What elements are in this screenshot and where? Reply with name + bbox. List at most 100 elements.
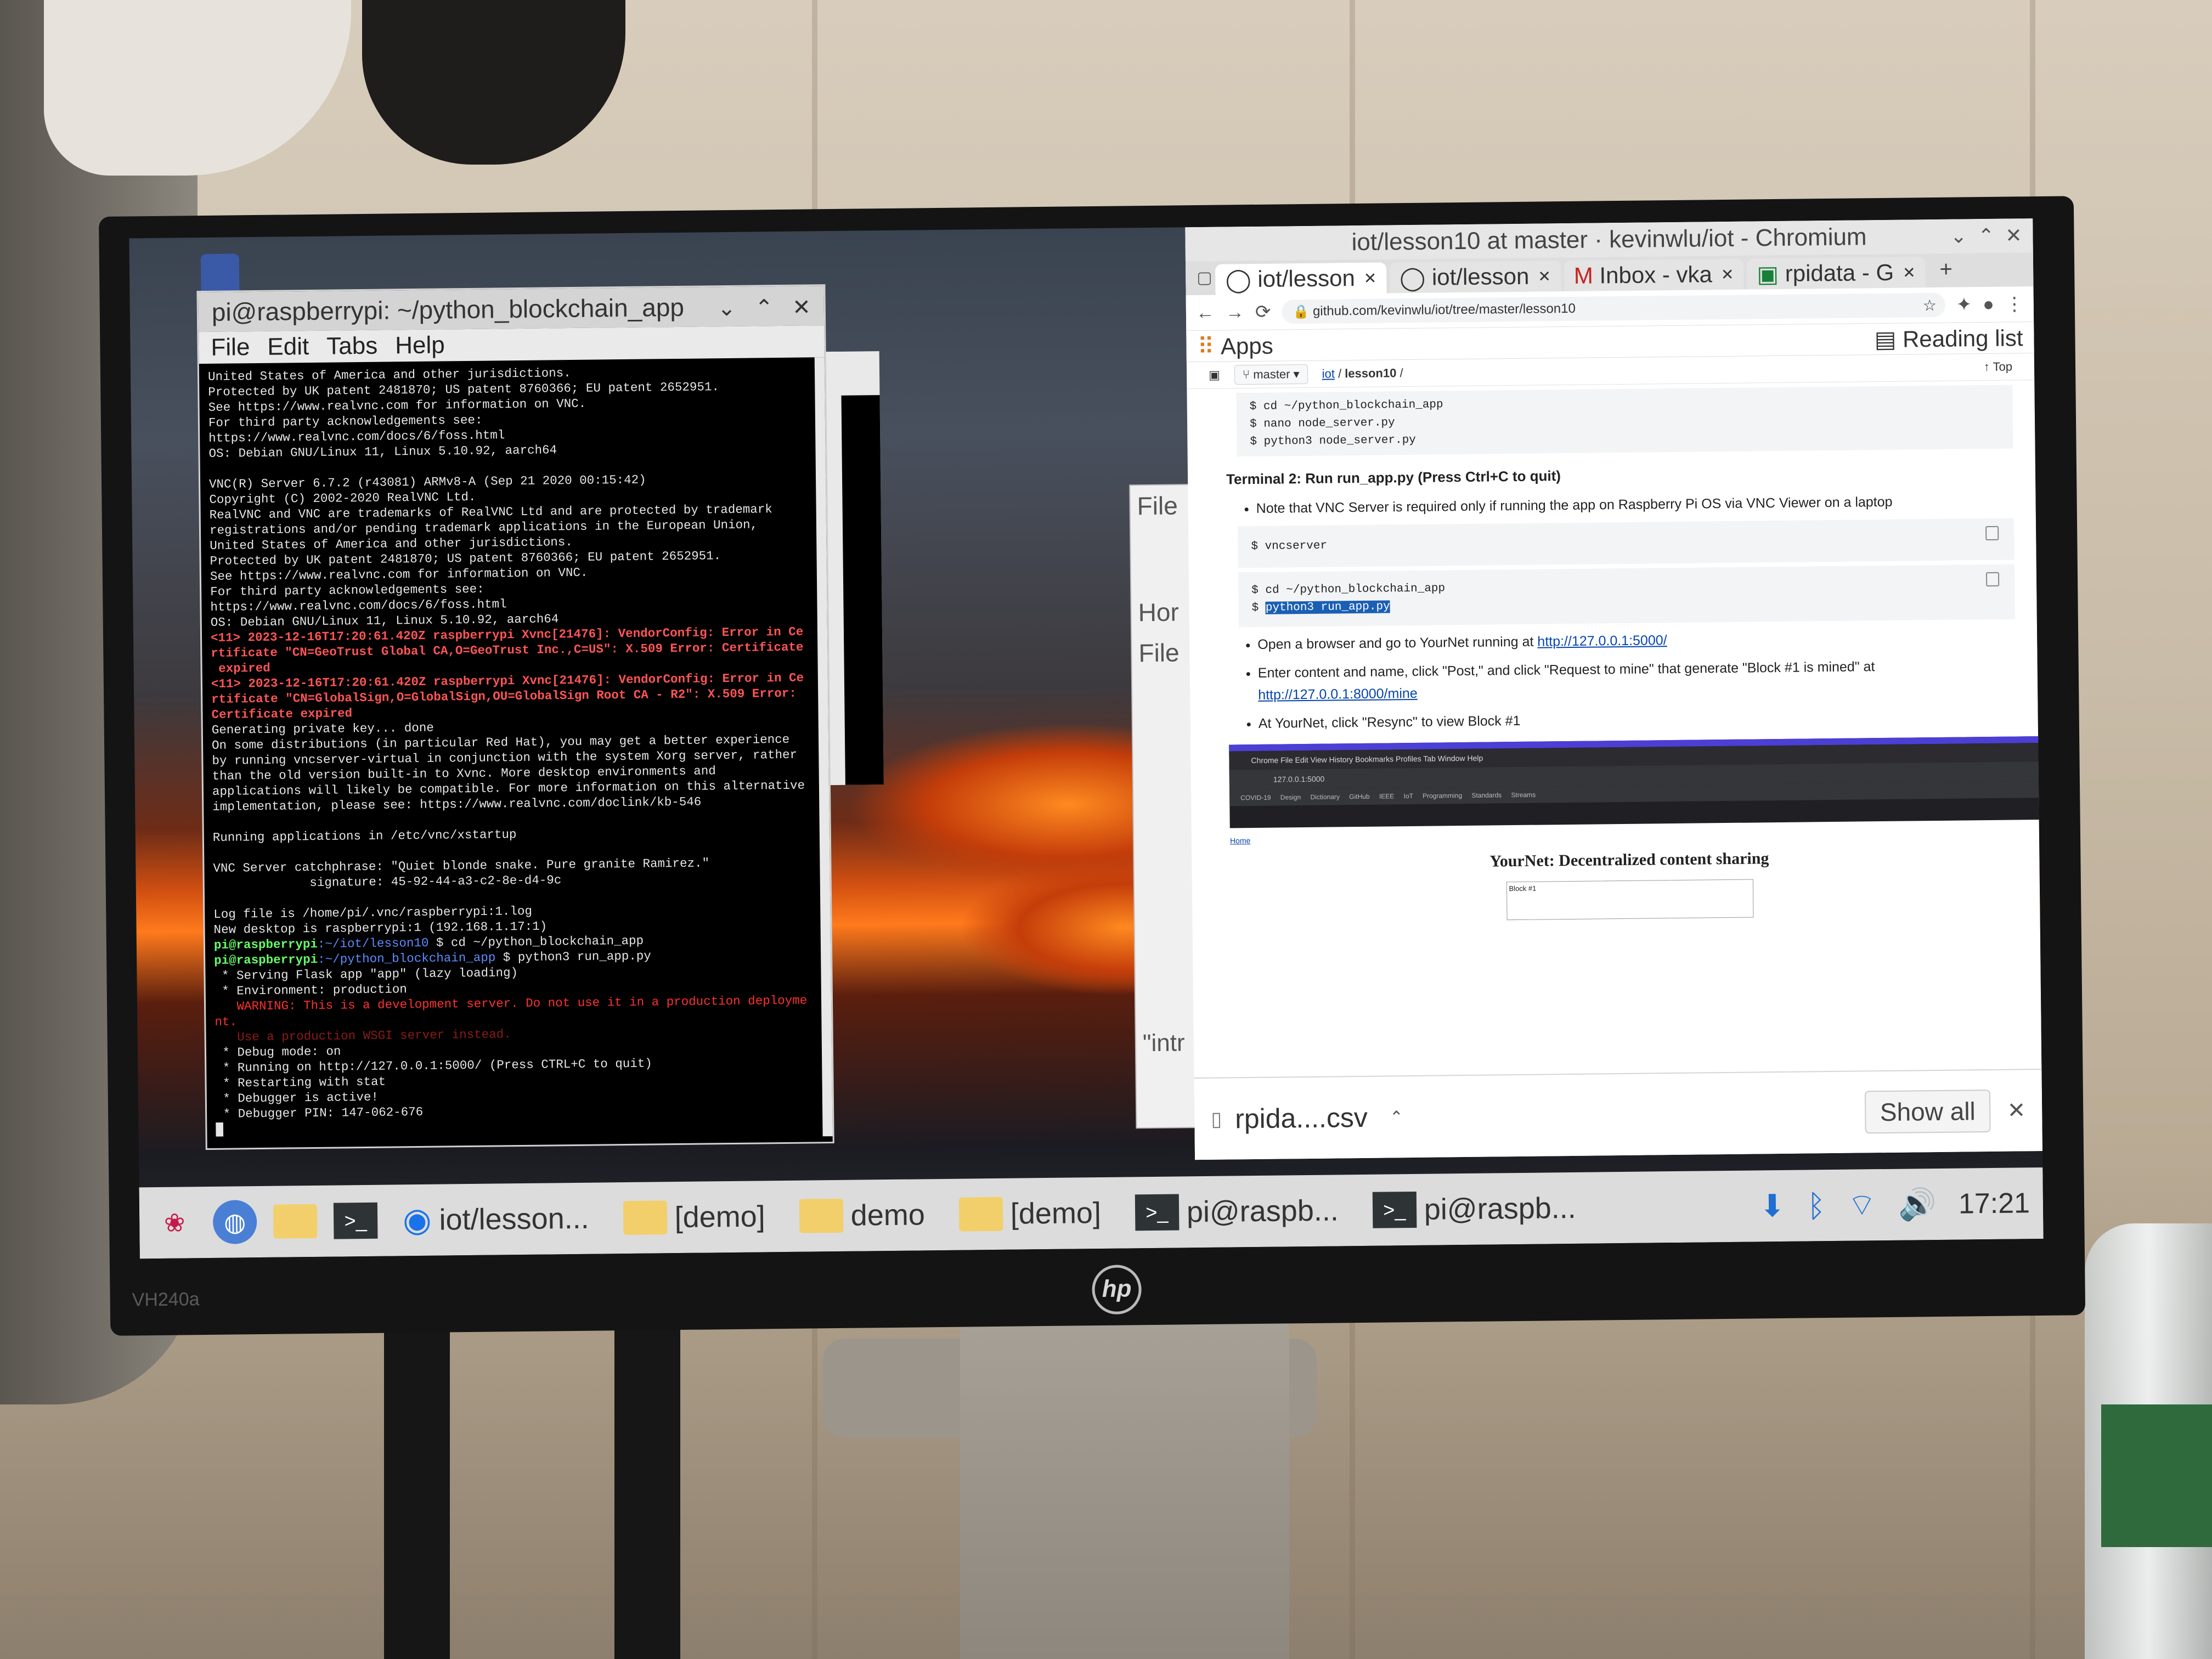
yournet-link[interactable]: http://127.0.0.1:5000/ — [1537, 633, 1667, 649]
terminal-titlebar[interactable]: pi@raspberrypi: ~/python_blockchain_app … — [198, 286, 825, 332]
selected-code[interactable]: python3 run_app.py — [1265, 600, 1390, 614]
mini-home-link[interactable]: Home — [1230, 836, 1251, 845]
folder-icon — [623, 1200, 667, 1235]
extensions-icon[interactable]: ✦ — [1956, 294, 1972, 315]
code-block-run-app: $ cd ~/python_blockchain_app $ python3 r… — [1238, 564, 2015, 628]
code-block-node-server: $ cd ~/python_blockchain_app $ nano node… — [1236, 385, 2013, 457]
chromium-icon: ◉ — [402, 1201, 432, 1239]
taskbar-item-demo-2[interactable]: demo — [790, 1198, 934, 1233]
folder-icon — [799, 1198, 844, 1233]
branch-name: master — [1253, 367, 1290, 381]
terminal-icon: >_ — [1135, 1194, 1180, 1231]
more-menu-icon[interactable]: ⋮ — [2005, 293, 2024, 315]
taskbar-label: iot/lesson... — [439, 1201, 589, 1237]
tab-label: rpidata - G — [1785, 259, 1894, 286]
file-manager-icon[interactable] — [273, 1199, 318, 1244]
chevron-up-icon[interactable]: ⌃ — [1390, 1108, 1404, 1127]
menu-tabs[interactable]: Tabs — [326, 332, 377, 360]
copy-icon[interactable] — [1985, 572, 2000, 587]
taskbar-label: demo — [850, 1198, 926, 1232]
hp-logo: hp — [1092, 1265, 1142, 1315]
bluetooth-icon[interactable]: ᛒ — [1807, 1188, 1826, 1223]
embedded-screenshot: Chrome File Edit View History Bookmarks … — [1229, 736, 2042, 828]
close-icon[interactable]: ✕ — [1364, 269, 1377, 287]
code-line: $ cd ~/python_blockchain_app — [1249, 398, 1443, 414]
close-icon[interactable]: ✕ — [2007, 1098, 2026, 1123]
bookmark-star-icon[interactable]: ☆ — [1923, 296, 1945, 314]
close-icon[interactable]: ✕ — [792, 295, 811, 319]
file-tree-icon[interactable]: ▣ — [1209, 368, 1220, 382]
taskbar-item-demo-1[interactable]: [demo] — [614, 1199, 774, 1235]
terminal-window[interactable]: pi@raspberrypi: ~/python_blockchain_app … — [198, 286, 833, 1149]
taskbar-item-demo-3[interactable]: [demo] — [950, 1196, 1110, 1232]
apps-grid-icon: ⠿ — [1197, 333, 1221, 359]
taskbar-label: pi@raspb... — [1186, 1194, 1339, 1229]
steps-list: Open a browser and go to YourNet running… — [1239, 625, 2016, 735]
top-link[interactable]: ↑ Top — [1984, 359, 2012, 374]
address-bar[interactable]: 🔒 github.com/kevinwlu/iot/tree/master/le… — [1282, 292, 1946, 324]
web-browser-icon[interactable]: ◍ — [212, 1200, 257, 1244]
copy-icon[interactable] — [1985, 526, 1999, 541]
taskbar-item-chromium[interactable]: ◉ iot/lesson... — [394, 1199, 598, 1240]
tab-label: iot/lesson — [1257, 265, 1356, 292]
close-icon[interactable]: ✕ — [2005, 224, 2022, 246]
wifi-icon[interactable]: ⌔ — [1847, 1186, 1876, 1224]
tab-search-icon[interactable]: ▢ — [1197, 268, 1212, 295]
readme-content: $ cd ~/python_blockchain_app $ nano node… — [1187, 385, 2042, 923]
show-all-button[interactable]: Show all — [1864, 1089, 1991, 1134]
taskbar-label: [demo] — [1010, 1196, 1102, 1231]
menu-edit[interactable]: Edit — [267, 333, 309, 361]
reading-list-icon: ▤ — [1874, 326, 1903, 352]
close-icon[interactable]: ✕ — [1903, 263, 1916, 281]
step-text: Open a browser and go to YourNet running… — [1257, 634, 1538, 652]
bottle-label — [2101, 1404, 2212, 1547]
branch-selector[interactable]: ⑂ master ▾ — [1234, 364, 1308, 385]
lock-icon: 🔒 — [1293, 304, 1313, 319]
back-icon[interactable]: ← — [1196, 302, 1215, 323]
raspberry-menu-icon[interactable]: ❀ — [153, 1200, 197, 1245]
close-icon[interactable]: ✕ — [1538, 267, 1551, 285]
maximize-icon[interactable]: ⌃ — [755, 296, 774, 320]
chromium-window[interactable]: iot/lesson10 at master · kevinwlu/iot - … — [1185, 218, 2043, 1160]
breadcrumb-repo[interactable]: iot — [1322, 366, 1335, 380]
taskbar: ❀ ◍ >_ ◉ iot/lesson... [demo] demo [demo… — [139, 1167, 2044, 1259]
volume-icon[interactable]: 🔊 — [1898, 1186, 1937, 1223]
new-tab-icon[interactable]: + — [1928, 257, 1963, 287]
reload-icon[interactable]: ⟳ — [1255, 301, 1271, 323]
terminal-output[interactable]: United States of America and other juris… — [199, 357, 833, 1143]
taskbar-item-terminal-2[interactable]: >_ pi@raspb... — [1363, 1190, 1585, 1228]
chevron-down-icon[interactable]: ⌄ — [717, 296, 736, 320]
download-file[interactable]: rpida....csv — [1235, 1102, 1368, 1135]
download-shelf: ▯ rpida....csv ⌃ Show all ✕ — [1194, 1068, 2043, 1160]
sheets-icon: ▣ — [1757, 261, 1785, 287]
maximize-icon[interactable]: ⌃ — [1978, 224, 1995, 247]
list-item: At YourNet, click "Resync" to view Block… — [1259, 704, 2016, 734]
trash-icon[interactable] — [200, 253, 240, 298]
background-terminal-body — [841, 395, 884, 785]
system-tray: ⬇ ᛒ ⌔ 🔊 17:21 — [1759, 1184, 2030, 1225]
forward-icon[interactable]: → — [1226, 302, 1244, 323]
tab-gmail[interactable]: M Inbox - vka ✕ — [1564, 258, 1744, 292]
close-icon[interactable]: ✕ — [1721, 265, 1734, 283]
tab-label: iot/lesson — [1431, 263, 1530, 290]
tab-github-2[interactable]: ◯ iot/lesson ✕ — [1389, 261, 1561, 294]
download-tray-icon[interactable]: ⬇ — [1759, 1188, 1786, 1224]
reading-list[interactable]: ▤ Reading list — [1874, 324, 2023, 353]
menu-file[interactable]: File — [211, 334, 250, 362]
taskbar-label: pi@raspb... — [1424, 1191, 1577, 1226]
tab-github-1[interactable]: ◯ iot/lesson ✕ — [1215, 262, 1387, 295]
tab-sheets[interactable]: ▣ rpidata - G ✕ — [1747, 257, 1926, 290]
code-prompt: $ — [1251, 601, 1266, 615]
code-line: $ vncserver — [1251, 539, 1328, 554]
reading-list-label: Reading list — [1902, 324, 2023, 352]
chevron-down-icon[interactable]: ⌄ — [1950, 224, 1967, 247]
tab-label: Inbox - vka — [1599, 261, 1713, 289]
menu-help[interactable]: Help — [395, 331, 445, 359]
clock[interactable]: 17:21 — [1959, 1187, 2030, 1220]
bookmark-apps[interactable]: ⠿ Apps — [1197, 332, 1273, 359]
profile-icon[interactable]: ● — [1983, 294, 1994, 315]
mine-link[interactable]: http://127.0.0.1:8000/mine — [1258, 686, 1418, 703]
taskbar-item-terminal-1[interactable]: >_ pi@raspb... — [1126, 1192, 1348, 1231]
terminal-title: pi@raspberrypi: ~/python_blockchain_app — [211, 292, 685, 326]
terminal-launcher-icon[interactable]: >_ — [333, 1199, 378, 1243]
